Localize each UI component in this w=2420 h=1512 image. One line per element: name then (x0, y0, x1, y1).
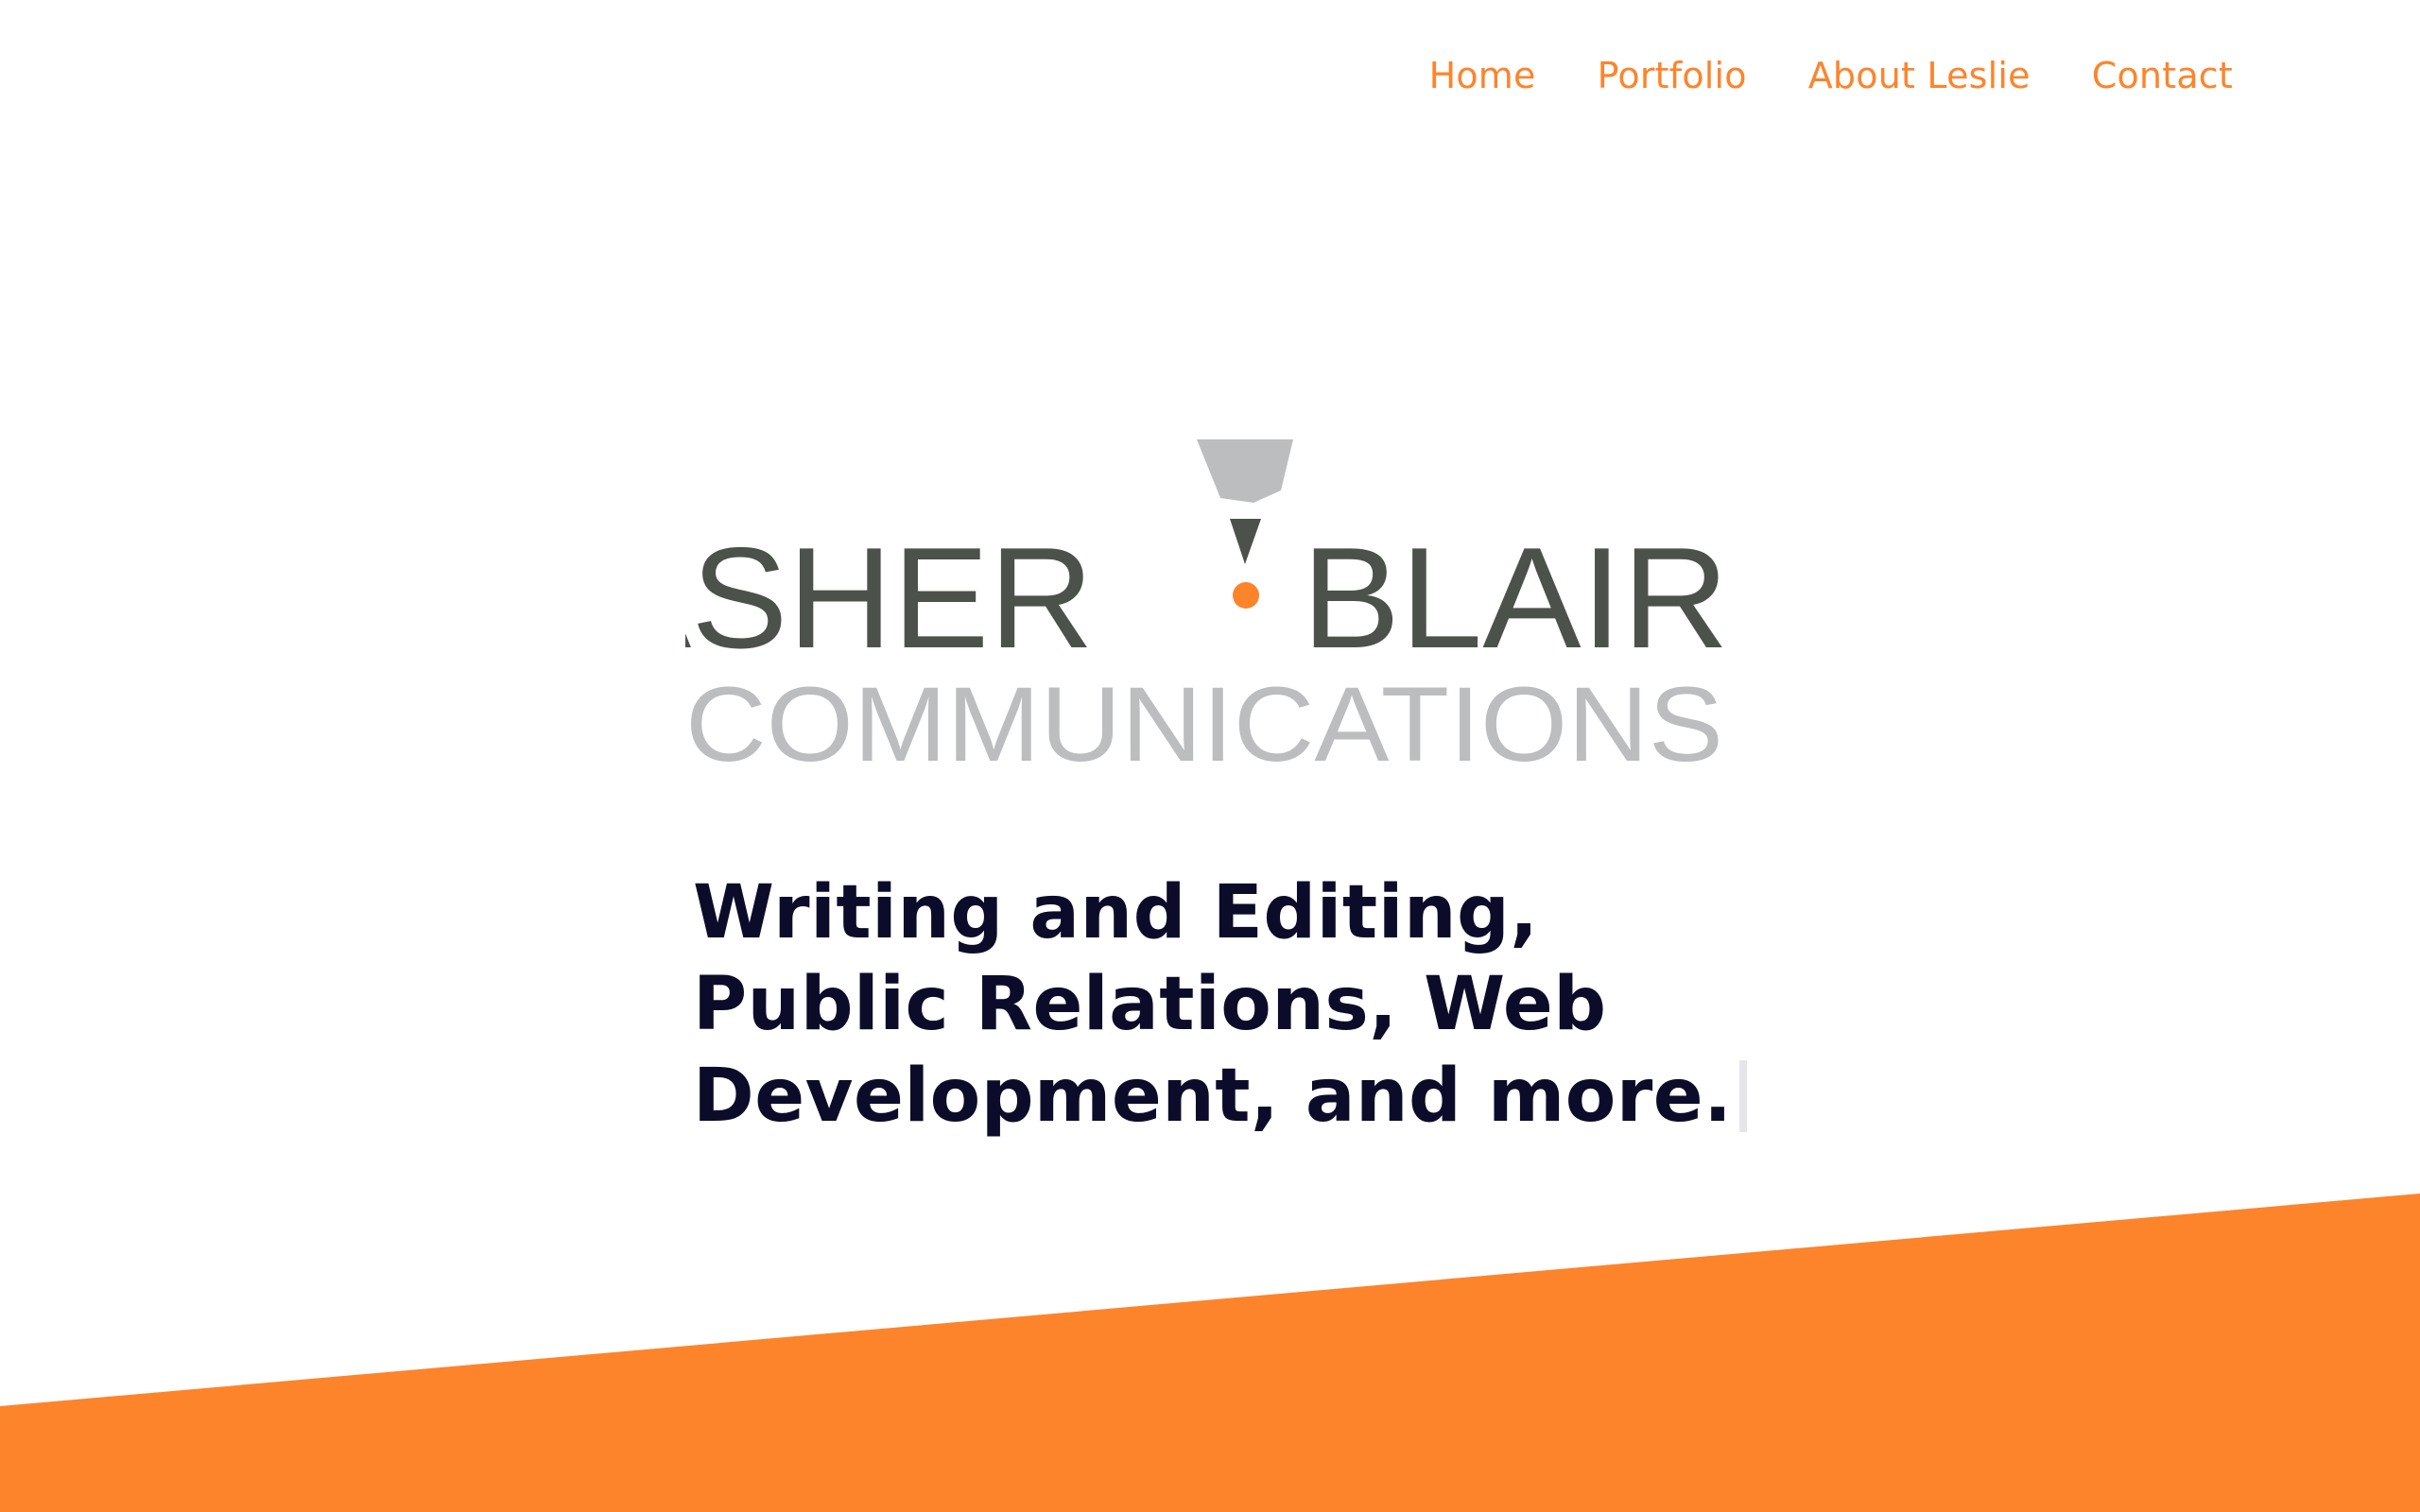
logo-word-blair: BLAIR (1302, 518, 1729, 679)
tagline-line-3-wrap: Development, and more. (693, 1051, 1748, 1143)
logo-word-asher: ASHER (685, 518, 1094, 679)
tagline-line-2: Public Relations, Web (693, 962, 1607, 1047)
nav-contact-link[interactable]: Contact (2092, 55, 2233, 96)
tagline-line-1: Writing and Editing, (693, 870, 1539, 955)
orange-band-shape (0, 1194, 2420, 1512)
tagline-line-3: Development, and more. (693, 1054, 1733, 1139)
nav-about-link[interactable]: About Leslie (1808, 55, 2031, 96)
pencil-icon (1197, 439, 1293, 609)
nav-portfolio-link[interactable]: Portfolio (1598, 55, 1747, 96)
logo-subtitle: COMMUNICATIONS (685, 665, 1723, 780)
nav-home-link[interactable]: Home (1429, 55, 1536, 96)
typing-cursor (1739, 1060, 1748, 1132)
company-logo[interactable]: ASHER BLAIR COMMUNICATIONS (685, 430, 1744, 780)
page: Home Portfolio About Leslie Contact ASHE… (0, 0, 2420, 1512)
main-nav: Home Portfolio About Leslie Contact (1429, 55, 2233, 96)
hero-tagline: Writing and Editing, Public Relations, W… (693, 868, 1748, 1143)
